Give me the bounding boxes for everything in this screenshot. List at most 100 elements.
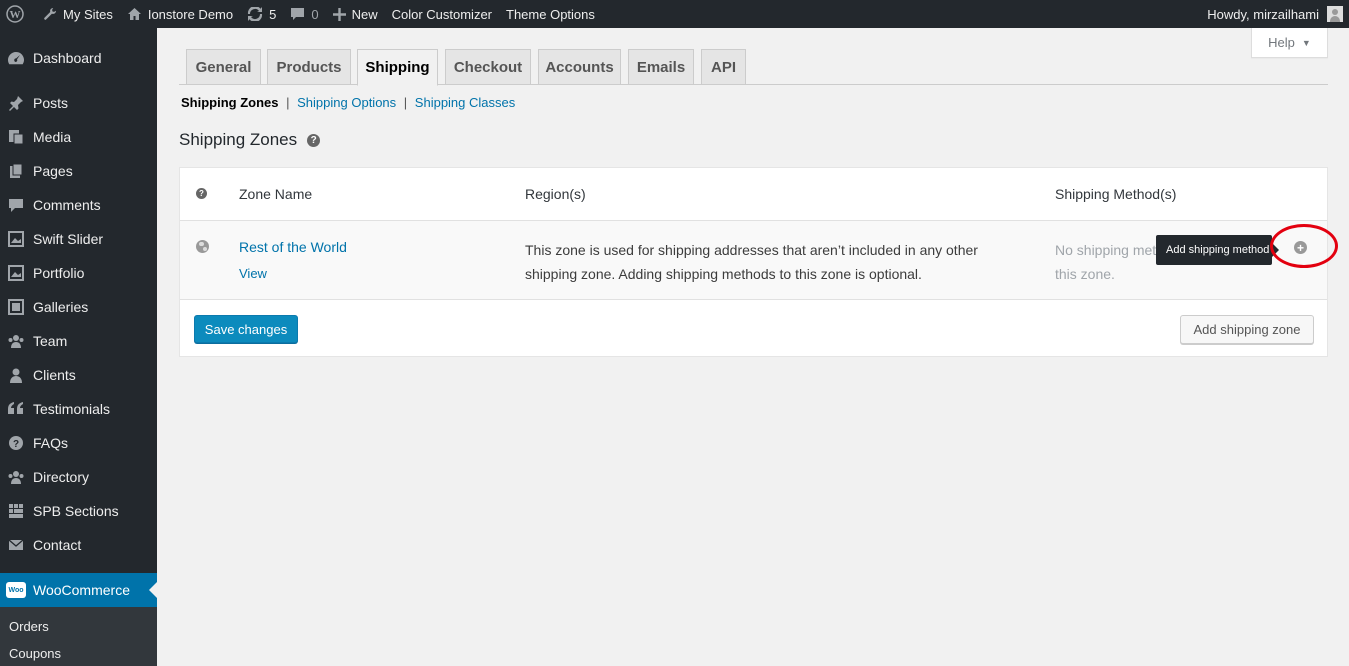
pages-icon xyxy=(6,161,26,181)
sidebar-item-comments[interactable]: Comments xyxy=(0,188,157,222)
quote-icon xyxy=(6,399,26,419)
table-footer: Save changes Add shipping zone xyxy=(180,301,1327,356)
submenu-item-orders[interactable]: Orders xyxy=(9,619,49,634)
comments-count: 0 xyxy=(311,6,319,22)
sidebar-item-spb-sections[interactable]: SPB Sections xyxy=(0,494,157,528)
sidebar-item-team[interactable]: Team xyxy=(0,324,157,358)
sidebar-item-label: Directory xyxy=(33,469,90,485)
my-sites-label: My Sites xyxy=(63,6,113,22)
sidebar-item-label: Team xyxy=(33,333,68,349)
subnav-shipping-zones[interactable]: Shipping Zones xyxy=(181,95,279,110)
sidebar-item-contact[interactable]: Contact xyxy=(0,528,157,562)
sidebar-item-label: Pages xyxy=(33,163,73,179)
howdy-label: Howdy, mirzailhami xyxy=(1207,6,1319,22)
sidebar-item-posts[interactable]: Posts xyxy=(0,86,157,120)
comment-icon xyxy=(6,195,26,215)
grid-icon xyxy=(6,501,26,521)
subnav-shipping-classes[interactable]: Shipping Classes xyxy=(415,95,515,110)
sidebar-item-label: Dashboard xyxy=(33,50,102,66)
methods-text-line: this zone. xyxy=(1055,266,1115,282)
site-name-menu[interactable]: Ionstore Demo xyxy=(120,0,240,28)
sidebar-item-label: Contact xyxy=(33,537,82,553)
refresh-icon xyxy=(247,7,263,21)
highlight-circle-annotation xyxy=(1270,224,1338,268)
tab-accounts[interactable]: Accounts xyxy=(538,49,621,85)
avatar xyxy=(1327,6,1343,22)
help-icon[interactable]: ? xyxy=(307,133,321,147)
woocommerce-logo: Woo xyxy=(6,582,26,598)
sidebar-item-label: Galleries xyxy=(33,299,89,315)
column-header-zone-name: Zone Name xyxy=(239,186,313,202)
zone-name-link[interactable]: Rest of the World xyxy=(239,239,347,255)
sidebar-item-directory[interactable]: Directory xyxy=(0,460,157,494)
tab-shipping[interactable]: Shipping xyxy=(357,49,438,86)
wrench-icon xyxy=(43,7,57,21)
tabs-divider xyxy=(179,84,1328,85)
sidebar-item-testimonials[interactable]: Testimonials xyxy=(0,392,157,426)
tab-general[interactable]: General xyxy=(186,49,261,85)
subnav-separator: | xyxy=(286,95,290,110)
slider-icon xyxy=(6,229,26,249)
directory-icon xyxy=(6,467,26,487)
user-icon xyxy=(6,365,26,385)
sidebar-item-portfolio[interactable]: Portfolio xyxy=(0,256,157,290)
account-menu[interactable]: Howdy, mirzailhami xyxy=(1200,0,1349,28)
add-shipping-zone-button[interactable]: Add shipping zone xyxy=(1180,315,1314,344)
wordpress-logo-menu[interactable]: W xyxy=(0,0,36,28)
page-title-text: Shipping Zones xyxy=(179,130,298,149)
sidebar-item-galleries[interactable]: Galleries xyxy=(0,290,157,324)
home-icon xyxy=(127,7,142,21)
sidebar-item-pages[interactable]: Pages xyxy=(0,154,157,188)
comments-menu[interactable]: 0 xyxy=(283,0,325,28)
tab-api[interactable]: API xyxy=(701,49,746,85)
save-changes-button[interactable]: Save changes xyxy=(194,315,298,343)
mail-icon xyxy=(6,535,26,555)
sidebar-item-woocommerce[interactable]: Woo WooCommerce xyxy=(0,573,157,607)
svg-text:W: W xyxy=(10,9,21,21)
sidebar-item-label: WooCommerce xyxy=(33,582,130,598)
sidebar-item-dashboard[interactable]: Dashboard xyxy=(0,41,157,75)
add-shipping-method-tooltip: Add shipping method xyxy=(1156,235,1272,265)
column-help-icon[interactable]: ? xyxy=(196,188,207,199)
sidebar-item-label: Swift Slider xyxy=(33,231,104,247)
new-label: New xyxy=(351,6,378,22)
my-sites-menu[interactable]: My Sites xyxy=(36,0,120,28)
admin-sidebar: Dashboard Posts Media Pages Comments Swi… xyxy=(0,28,157,666)
tab-emails[interactable]: Emails xyxy=(628,49,694,85)
zone-view-link[interactable]: View xyxy=(239,266,267,281)
tab-products[interactable]: Products xyxy=(267,49,351,85)
help-tab-button[interactable]: Help ▼ xyxy=(1251,28,1328,58)
column-header-shipping-methods: Shipping Method(s) xyxy=(1055,186,1177,202)
page-title: Shipping Zones ? xyxy=(179,130,321,150)
sidebar-item-clients[interactable]: Clients xyxy=(0,358,157,392)
sidebar-item-label: Portfolio xyxy=(33,265,85,281)
sidebar-item-label: Comments xyxy=(33,197,101,213)
tab-checkout[interactable]: Checkout xyxy=(445,49,531,85)
globe-icon xyxy=(196,240,209,253)
sidebar-item-media[interactable]: Media xyxy=(0,120,157,154)
new-content-menu[interactable]: New xyxy=(326,0,385,28)
theme-options-link[interactable]: Theme Options xyxy=(499,0,602,28)
sidebar-item-label: Clients xyxy=(33,367,76,383)
svg-text:?: ? xyxy=(13,439,19,450)
site-name-label: Ionstore Demo xyxy=(147,6,234,22)
subnav-shipping-options[interactable]: Shipping Options xyxy=(297,95,396,110)
help-icon: ? xyxy=(6,433,26,453)
sidebar-item-label: Posts xyxy=(33,95,69,111)
caret-down-icon: ▼ xyxy=(1301,37,1311,48)
woocommerce-icon: Woo xyxy=(6,580,26,600)
sidebar-item-swift-slider[interactable]: Swift Slider xyxy=(0,222,157,256)
submenu-item-coupons[interactable]: Coupons xyxy=(9,646,61,661)
wordpress-icon: W xyxy=(6,5,24,23)
updates-menu[interactable]: 5 xyxy=(240,0,283,28)
subnav-separator: | xyxy=(403,95,408,110)
pin-icon xyxy=(6,93,26,113)
sidebar-item-label: Media xyxy=(33,129,72,145)
woocommerce-submenu: Orders Coupons xyxy=(0,607,157,666)
table-header: ? Zone Name Region(s) Shipping Method(s) xyxy=(180,168,1327,221)
updates-count: 5 xyxy=(269,6,277,22)
sidebar-item-faqs[interactable]: ? FAQs xyxy=(0,426,157,460)
portfolio-icon xyxy=(6,263,26,283)
team-icon xyxy=(6,331,26,351)
color-customizer-link[interactable]: Color Customizer xyxy=(385,0,499,28)
